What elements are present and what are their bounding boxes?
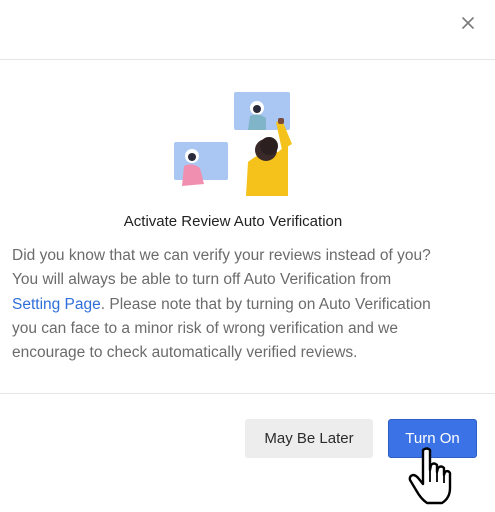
- body-line: you can face to a minor risk of wrong ve…: [12, 319, 398, 337]
- dialog-body: Did you know that we can verify your rev…: [12, 244, 482, 365]
- close-icon: [462, 17, 474, 29]
- body-line: Setting Page. Please note that by turnin…: [12, 293, 482, 317]
- body-line: encourage to check automatically verifie…: [12, 344, 358, 362]
- dialog-header: [0, 0, 495, 60]
- may-be-later-button[interactable]: May Be Later: [245, 419, 373, 458]
- body-line: You will always be able to turn off Auto…: [12, 271, 392, 289]
- body-line: Did you know that we can verify your rev…: [12, 247, 431, 264]
- verification-dialog: Activate Review Auto Verification Did yo…: [0, 0, 495, 512]
- close-button[interactable]: [458, 13, 478, 33]
- setting-page-link[interactable]: Setting Page: [12, 296, 101, 313]
- dialog-footer: May Be Later Turn On: [0, 393, 495, 512]
- body-line-rest: . Please note that by turning on Auto Ve…: [100, 295, 431, 313]
- turn-on-button[interactable]: Turn On: [388, 419, 477, 458]
- dialog-title: Activate Review Auto Verification: [123, 213, 343, 230]
- verification-illustration: [170, 88, 300, 198]
